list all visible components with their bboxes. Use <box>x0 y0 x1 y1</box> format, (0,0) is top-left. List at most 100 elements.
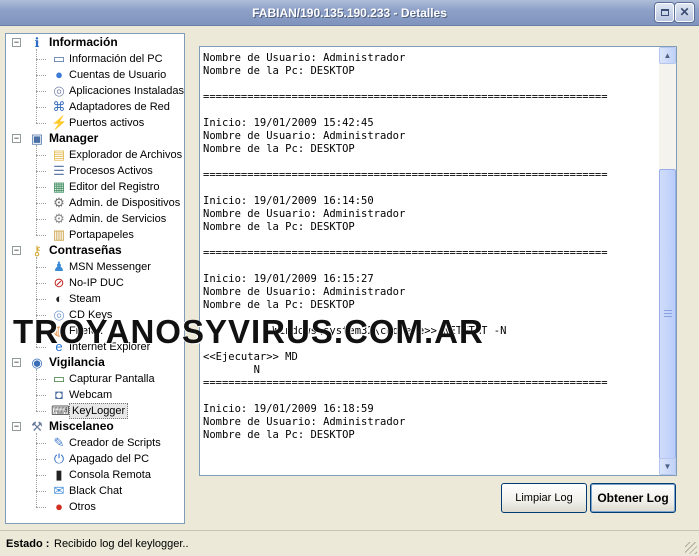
chevron-down-icon: ▼ <box>663 462 672 471</box>
plug-icon: ⚡ <box>51 115 68 130</box>
tree-category[interactable]: − ⚷ Contraseñas <box>6 243 184 259</box>
tree-connector <box>36 203 46 204</box>
gear-device-icon: ⚙ <box>53 195 65 210</box>
scroll-up-button[interactable]: ▲ <box>659 47 676 64</box>
tree-item[interactable]: ▤ Explorador de Archivos <box>6 147 184 163</box>
tree-item[interactable]: ☰ Procesos Activos <box>6 163 184 179</box>
collapse-toggle-icon[interactable]: − <box>12 134 21 143</box>
collapse-toggle-icon[interactable]: − <box>12 358 21 367</box>
tree-item[interactable]: ⚙ Admin. de Dispositivos <box>6 195 184 211</box>
tree-connector <box>36 475 46 476</box>
fetch-log-button[interactable]: Obtener Log <box>590 483 676 513</box>
tree-connector <box>36 49 37 123</box>
msn-icon: ♟ <box>53 259 65 274</box>
console-icon: ▮ <box>55 467 63 482</box>
tree-category[interactable]: − ◉ Vigilancia <box>6 355 184 371</box>
tree-item-label: No-IP DUC <box>69 277 124 289</box>
tree-item[interactable]: ⚡ Puertos activos <box>6 115 184 131</box>
tree-item-label: Consola Remota <box>69 469 151 481</box>
collapse-toggle-icon[interactable]: − <box>12 246 21 255</box>
tree-item-label: Cuentas de Usuario <box>69 69 167 81</box>
eye-icon: ◉ <box>31 355 43 370</box>
details-window: FABIAN/190.135.190.233 - Detalles ✕ − ℹ In… <box>0 0 699 556</box>
minimize-button[interactable] <box>655 3 674 22</box>
log-area[interactable]: Nombre de Usuario: Administrador Nombre … <box>199 46 677 476</box>
tree-connector <box>36 459 46 460</box>
close-button[interactable]: ✕ <box>675 3 694 22</box>
process-list-icon: ☰ <box>53 163 65 178</box>
tree-item[interactable]: ⚙ Admin. de Servicios <box>6 211 184 227</box>
scroll-thumb[interactable] <box>659 169 676 459</box>
grip-line <box>664 310 672 311</box>
tree-item[interactable]: ▭ Información del PC <box>6 51 184 67</box>
tree-item-label: MSN Messenger <box>69 261 151 273</box>
tree-connector <box>36 283 46 284</box>
tree-item[interactable]: ✉ Black Chat <box>6 483 184 499</box>
resize-grip-icon[interactable] <box>685 542 697 554</box>
log-text[interactable]: Nombre de Usuario: Administrador Nombre … <box>203 52 658 472</box>
tree-item[interactable]: ◎ Aplicaciones Instaladas <box>6 83 184 99</box>
close-icon: ✕ <box>679 5 690 19</box>
tree-item[interactable]: ▥ Portapapeles <box>6 227 184 243</box>
tree-item-label: Steam <box>69 293 101 305</box>
tree-item-label: Aplicaciones Instaladas <box>69 85 184 97</box>
tree-item-label: Puertos activos <box>69 117 145 129</box>
shutdown-icon: ⏻ <box>53 451 65 466</box>
steam-icon: ◐ <box>55 291 63 306</box>
tree-category[interactable]: − ⚒ Miscelaneo <box>6 419 184 435</box>
tree-category[interactable]: − ▣ Manager <box>6 131 184 147</box>
tree-connector <box>36 395 46 396</box>
tree-item[interactable]: ● Otros <box>6 499 184 515</box>
collapse-toggle-icon[interactable]: − <box>12 422 21 431</box>
scroll-down-button[interactable]: ▼ <box>659 458 676 475</box>
tree-item[interactable]: ◐ Steam <box>6 291 184 307</box>
tree-connector <box>36 59 46 60</box>
tree-item-label: Capturar Pantalla <box>69 373 155 385</box>
tree-item[interactable]: ✎ Creador de Scripts <box>6 435 184 451</box>
tree-connector <box>36 91 46 92</box>
clipboard-icon: ▥ <box>52 227 66 242</box>
tree-category-label: Miscelaneo <box>49 419 114 433</box>
tree-category[interactable]: − ℹ Información <box>6 35 184 51</box>
tree-item-label: Otros <box>69 501 96 513</box>
webcam-icon: ◘ <box>55 387 63 402</box>
tree-item[interactable]: ⌨ KeyLogger <box>6 403 184 419</box>
tree-connector <box>36 171 46 172</box>
tree-connector <box>36 411 46 412</box>
wrench-icon: ⚒ <box>31 419 43 434</box>
tree-item-label: Explorador de Archivos <box>69 149 183 161</box>
tree-item[interactable]: ♟ MSN Messenger <box>6 259 184 275</box>
folder-search-icon: ▤ <box>52 147 66 162</box>
tree-item[interactable]: ⊘ No-IP DUC <box>6 275 184 291</box>
tree-item-label: Portapapeles <box>69 229 134 241</box>
log-scrollbar[interactable]: ▲ ▼ <box>659 47 676 475</box>
tree-item[interactable]: ▦ Editor del Registro <box>6 179 184 195</box>
tree-item[interactable]: ⌘ Adaptadores de Red <box>6 99 184 115</box>
collapse-toggle-icon[interactable]: − <box>12 38 21 47</box>
tree-item[interactable]: ⏻ Apagado del PC <box>6 451 184 467</box>
tree-item-label: Black Chat <box>69 485 123 497</box>
feature-tree: − ℹ Información ▭ Información del PC ● Cuentas… <box>5 33 185 524</box>
tree-item-label: Admin. de Dispositivos <box>69 197 181 209</box>
tree-item[interactable]: ▭ Capturar Pantalla <box>6 371 184 387</box>
computer-icon: ▭ <box>52 51 66 66</box>
tree-connector <box>36 219 46 220</box>
tree-connector <box>36 75 46 76</box>
tree-item-label: Admin. de Servicios <box>69 213 167 225</box>
clear-log-button[interactable]: Limpiar Log <box>501 483 587 513</box>
tree-category-label: Manager <box>49 131 99 145</box>
title-bar[interactable]: FABIAN/190.135.190.233 - Detalles ✕ <box>0 0 699 26</box>
tree-category-label: Información <box>49 35 118 49</box>
script-icon: ✎ <box>53 435 65 450</box>
grip-line <box>664 313 672 314</box>
tree-item[interactable]: ▮ Consola Remota <box>6 467 184 483</box>
user-icon: ● <box>55 67 63 82</box>
tree-item[interactable]: ● Cuentas de Usuario <box>6 67 184 83</box>
tree-item-label: Apagado del PC <box>69 453 150 465</box>
tree-category-label: Vigilancia <box>49 355 105 369</box>
info-icon: ℹ <box>34 35 40 50</box>
other-icon: ● <box>55 499 63 514</box>
tree-item[interactable]: ◘ Webcam <box>6 387 184 403</box>
tree-connector <box>36 267 46 268</box>
keyboard-icon: ⌨ <box>51 403 70 418</box>
